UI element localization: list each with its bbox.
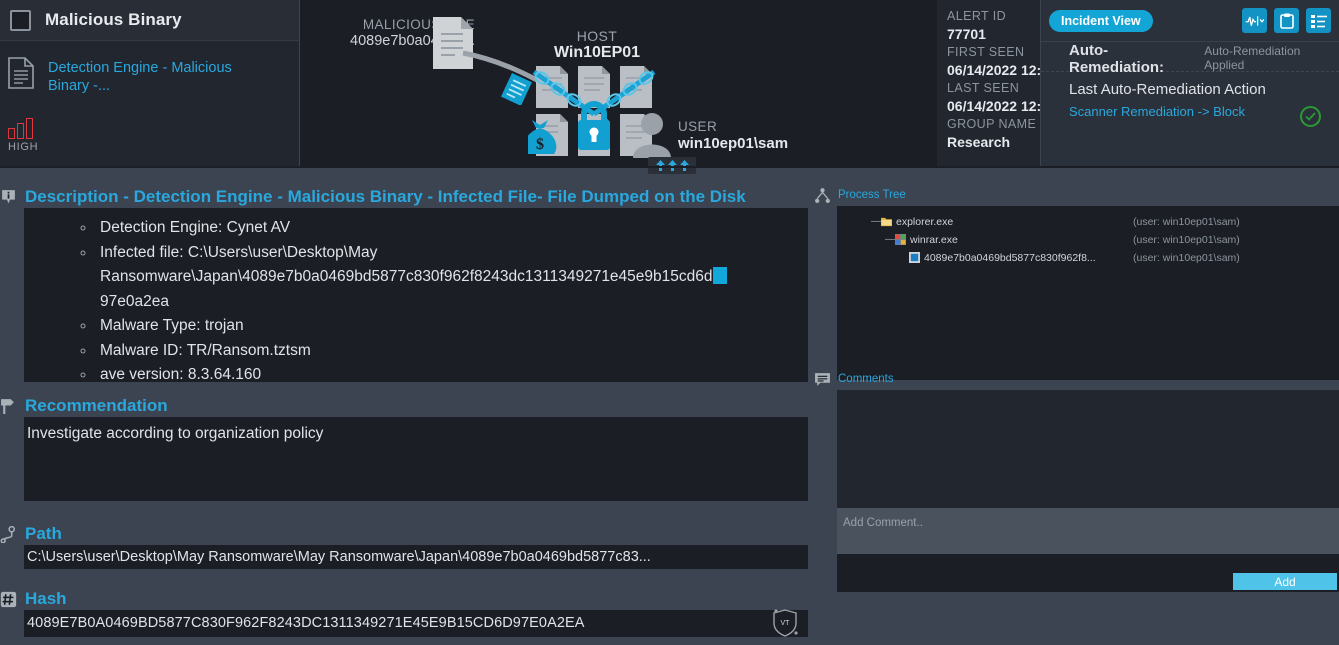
path-title: Path [25,524,62,543]
comments-list [837,390,1339,508]
last-remediation-action: Last Auto-Remediation Action Scanner Rem… [1041,72,1339,127]
description-section: Description - Detection Engine - Malicio… [0,186,808,383]
auto-remediation-value: Auto-Remediation Applied [1204,44,1301,72]
description-title: Description - Detection Engine - Malicio… [25,187,746,206]
collapse-toggle[interactable]: — [871,216,881,227]
alert-detection-link[interactable]: Detection Engine - Malicious Binary -... [48,59,268,95]
auto-remediation-label: Auto-Remediation: [1069,42,1165,76]
group-name-label: GROUP NAME [947,117,1037,131]
severity-indicator: HIGH [8,118,54,153]
alert-card-header: Malicious Binary [0,0,299,41]
host-label: HOST [576,28,618,44]
info-icon [2,189,15,203]
host-name: Win10EP01 [553,44,641,61]
alert-id-label: ALERT ID [947,9,1007,23]
process-tree-row[interactable]: 4089e7b0a0469bd5877c830f962f8... (user: … [909,250,1339,265]
description-item: ave version: 8.3.64.160 [96,363,808,388]
recommendation-title: Recommendation [25,396,168,415]
remediation-panel-toolbar: Incident View [1041,0,1339,42]
hash-section: Hash 4089E7B0A0469BD5877C830F962F8243DC1… [0,588,808,637]
recommendation-text: Investigate according to organization po… [27,425,324,442]
alert-card-body: Detection Engine - Malicious Binary -...… [0,41,299,167]
list-icon[interactable] [1306,8,1331,33]
last-seen-value: 06/14/2022 12:31 [947,98,1057,114]
alert-metadata: ALERT ID 77701 FIRST SEEN 06/14/2022 12:… [937,0,1057,166]
incident-view-button[interactable]: Incident View [1049,9,1153,32]
add-comment-placeholder: Add Comment.. [843,517,923,529]
last-action-link[interactable]: Scanner Remediation -> Block [1069,104,1339,119]
recommendation-section: Recommendation Investigate according to … [0,395,808,501]
alert-select-checkbox[interactable] [10,9,31,31]
virustotal-icon[interactable]: VT [770,607,800,638]
svg-text:VT: VT [781,620,791,627]
hash-title: Hash [25,589,67,608]
document-icon [8,57,34,89]
hash-icon [0,591,17,607]
add-comment-input[interactable]: Add Comment.. [837,508,1339,554]
text-highlight [712,267,727,284]
severity-bars-icon [8,118,54,139]
description-item: Malware Type: trojan [96,314,808,339]
alert-title: Malicious Binary [45,10,182,29]
first-seen-value: 06/14/2022 12:31 [947,62,1057,78]
description-body: Detection Engine: Cynet AV Infected file… [24,208,808,383]
winrar-icon [895,234,906,245]
description-item: Detection Engine: Cynet AV [96,216,808,241]
last-seen-label: LAST SEEN [947,81,1020,95]
auto-remediation-status: Auto-Remediation: Auto-Remediation Appli… [1041,42,1339,76]
user-name: win10ep01\sam [678,135,789,152]
process-tree-title: Process Tree [838,189,906,201]
lock-icon [578,101,610,150]
process-name: 4089e7b0a0469bd5877c830f962f8... [924,251,1096,264]
collapse-toggle[interactable]: — [885,234,895,245]
hash-body[interactable]: 4089E7B0A0469BD5877C830F962F8243DC131134… [24,607,808,638]
comments-body: Add Comment.. Add [837,390,1339,592]
severity-label: HIGH [8,141,39,153]
process-user: (user: win10ep01\sam) [1133,233,1240,246]
remediation-panel: Incident View Auto-Remediation: Auto-Rem… [1041,0,1339,166]
path-section: Path C:\Users\user\Desktop\May Ransomwar… [0,523,808,569]
svg-text:$: $ [536,136,544,153]
path-body[interactable]: C:\Users\user\Desktop\May Ransomware\May… [24,545,808,569]
path-value: C:\Users\user\Desktop\May Ransomware\May… [27,549,651,565]
check-circle-icon [1300,106,1321,127]
activity-chart-icon[interactable] [1242,8,1267,33]
process-name: winrar.exe [910,233,958,246]
recommendation-body: Investigate according to organization po… [24,417,808,501]
first-seen-label: FIRST SEEN [947,45,1025,59]
recommendation-flag-icon [1,398,14,414]
group-name-value: Research [947,134,1011,150]
top-summary-strip: Malicious Binary Detection Engine - Mali… [0,0,1339,174]
process-tree-row[interactable]: — winrar.exe (user: win10ep01\sam) [885,232,1339,247]
user-label: USER [678,119,718,134]
process-tree-row[interactable]: — explorer.exe (user: win10ep01\sam) [871,214,1339,229]
process-user: (user: win10ep01\sam) [1133,251,1240,264]
user-avatar-icon [633,113,671,158]
hash-value: 4089E7B0A0469BD5877C830F962F8243DC131134… [27,615,585,631]
alert-id-value: 77701 [947,26,986,42]
strip-divider [0,166,1339,168]
comments-title: Comments [838,373,894,385]
description-item: Infected file: C:\Users\user\Desktop\May… [96,241,808,315]
binary-icon [909,252,920,263]
attack-graphic: MALICIOUS FILE 4089e7b0a0469b... HOST Wi… [300,0,937,174]
process-name: explorer.exe [896,215,954,228]
process-tree-icon [815,187,830,203]
alert-card: Malicious Binary Detection Engine - Mali… [0,0,299,166]
last-action-title: Last Auto-Remediation Action [1069,81,1266,98]
comments-section: Comments Add Comment.. Add [814,368,1339,592]
add-comment-button[interactable]: Add [1233,573,1337,590]
folder-icon [881,217,892,227]
path-node-icon [0,525,15,543]
process-tree-section: Process Tree — explorer.exe (user: win10… [814,184,1339,380]
process-user: (user: win10ep01\sam) [1133,215,1240,228]
comment-icon [815,372,830,386]
process-tree-body: — explorer.exe (user: win10ep01\sam) — w… [837,206,1339,380]
clipboard-icon[interactable] [1274,8,1299,33]
description-item: Malware ID: TR/Ransom.tztsm [96,339,808,364]
comments-action-bar: Add [837,554,1339,592]
